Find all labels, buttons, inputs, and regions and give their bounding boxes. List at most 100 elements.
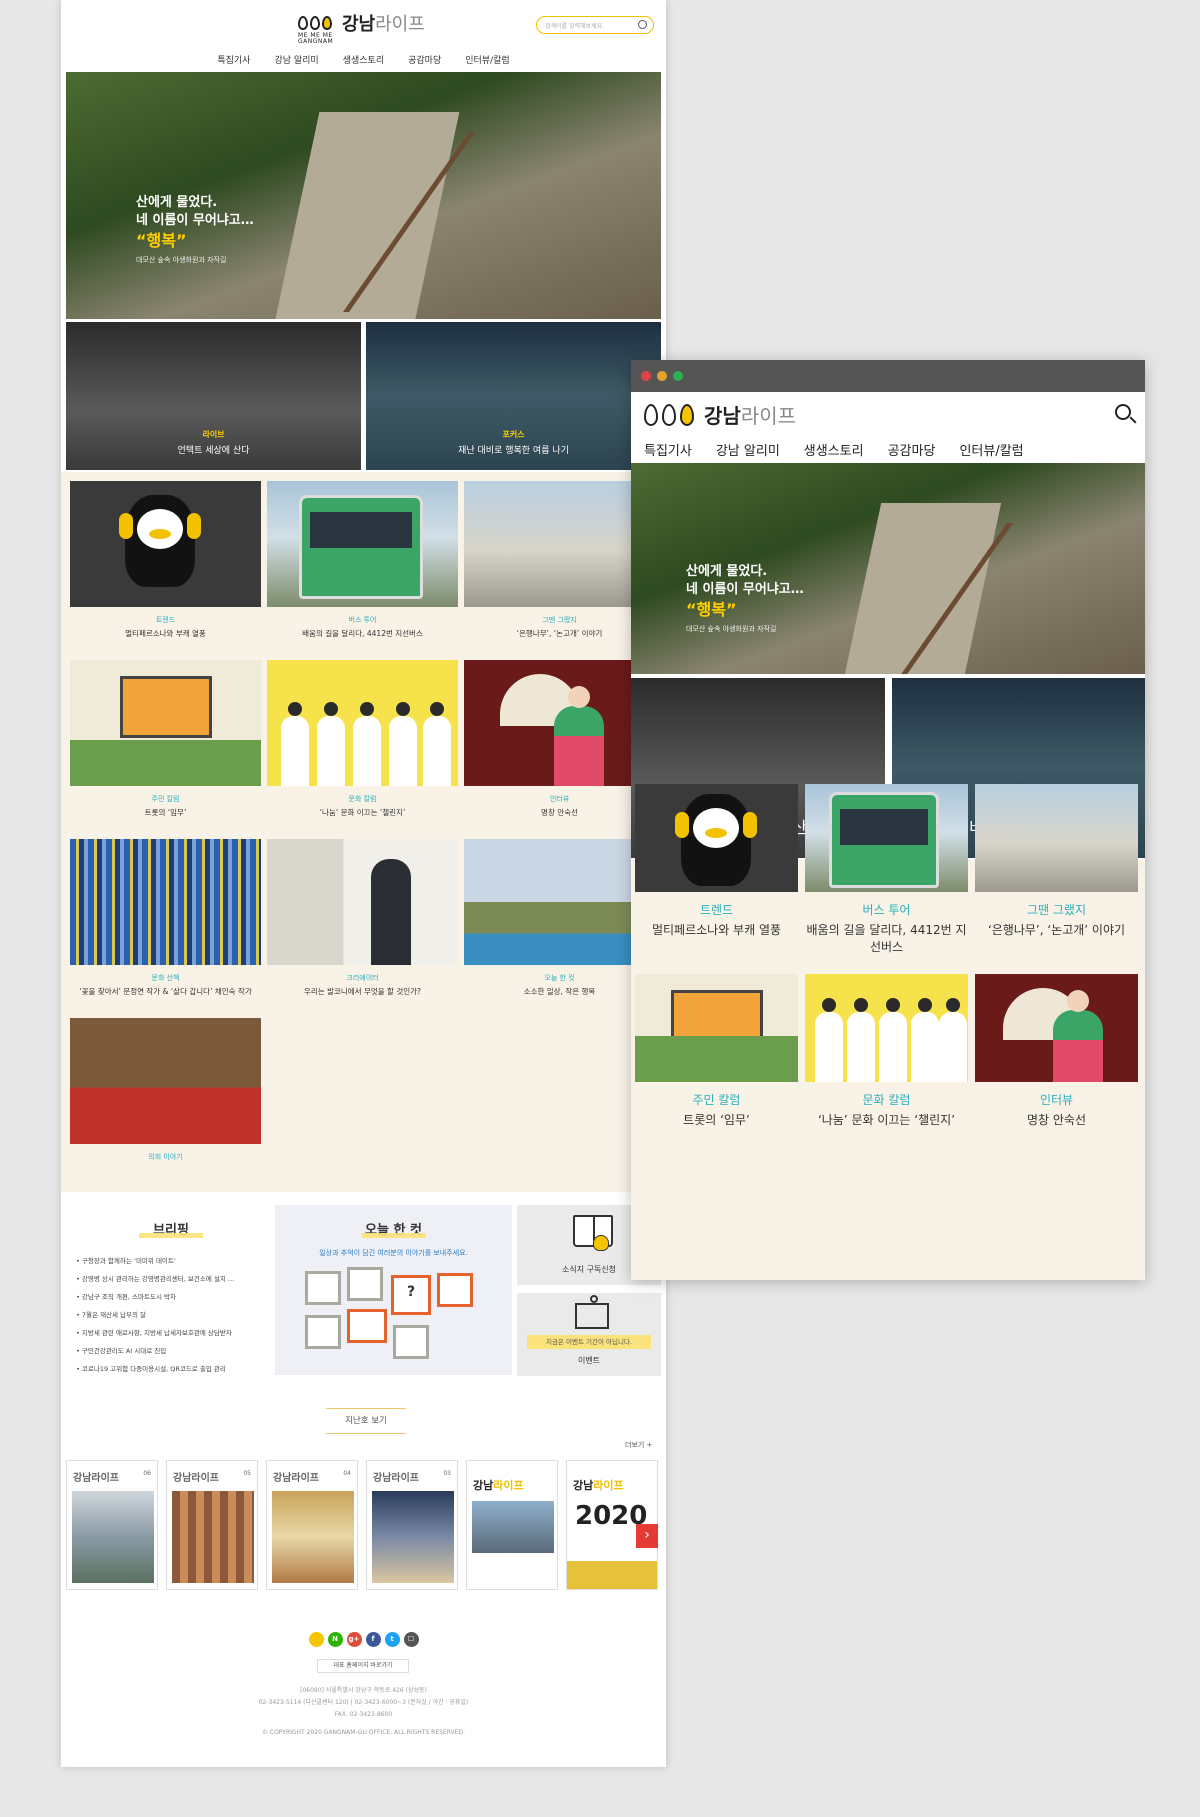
article-card[interactable]: 오늘 한 컷 소소한 일상, 작은 행복 — [464, 839, 655, 1018]
bus-image — [299, 495, 423, 599]
nav-item-features[interactable]: 특집기사 — [644, 440, 692, 459]
article-category: 문화 산책 — [151, 974, 180, 982]
carousel-next-button[interactable]: › — [636, 1524, 658, 1548]
briefing-item[interactable]: 7월은 재산세 납부의 달 — [76, 1306, 276, 1324]
article-title: 소소한 일상, 작은 행복 — [523, 987, 596, 996]
maximize-dot[interactable] — [673, 371, 683, 381]
briefing-item[interactable]: 강영병 상시 관리하는 강영병관리센터, 보건소에 설치 … — [76, 1270, 276, 1288]
briefing-item[interactable]: 지방세 관련 애로사항, 지방세 납세자보호관에 상담받자 — [76, 1324, 276, 1342]
article-card[interactable]: 버스 투어 배움의 길을 달리다, 4412번 지선버스 — [805, 784, 968, 974]
nav-item-notices[interactable]: 강남 알리미 — [716, 440, 780, 459]
bus-image — [829, 792, 939, 888]
google-plus-icon[interactable]: g+ — [346, 1632, 362, 1647]
kakao-icon[interactable] — [308, 1632, 324, 1647]
hero-line-2: 네 이름이 무어냐고… — [686, 582, 804, 597]
article-card[interactable]: 인터뷰 명창 안숙선 — [975, 974, 1138, 1164]
past-issues-button[interactable]: 지난호 보기 — [326, 1408, 406, 1434]
main-homepage-button[interactable]: 대표 홈페이지 바로가기 — [317, 1659, 409, 1673]
feature-card-focus[interactable]: 포커스 재난 대비로 행복한 여름 나기 — [366, 322, 661, 470]
issue-carousel: 강남라이프 06 강남라이프 05 강남라이프 04 강남라이프 03 강남라이… — [66, 1460, 661, 1590]
article-title: ‘은행나무’, ‘논고개’ 이야기 — [987, 923, 1126, 937]
briefing-panel: 브리핑 구청장과 함께하는 ‘미미위 데이트’ 강영병 상시 관리하는 강영병관… — [66, 1205, 276, 1380]
article-card[interactable]: 주민 칼럼 트롯의 ‘임무’ — [70, 660, 261, 839]
person-image — [281, 702, 309, 786]
minimize-dot[interactable] — [657, 371, 667, 381]
cover-title: 강남라이프 — [573, 1479, 624, 1492]
issue-card[interactable]: 강남라이프 03 — [366, 1460, 458, 1590]
article-category: 인터뷰 — [1039, 1093, 1074, 1107]
article-title: ‘은행나무’, ‘논고개’ 이야기 — [516, 629, 603, 638]
article-card[interactable]: 크리에이터 우리는 발코니에서 무엇을 할 것인가? — [267, 839, 458, 1018]
logo-drops-icon — [298, 16, 332, 30]
close-dot[interactable] — [641, 371, 651, 381]
feature-card-live[interactable]: 라이브 언택트 세상에 산다 — [66, 322, 361, 470]
nav-item-community[interactable]: 공감마당 — [888, 440, 936, 459]
nav-item-stories[interactable]: 생생스토리 — [343, 53, 384, 66]
main-nav: 특집기사 강남 알리미 생생스토리 공감마당 인터뷰/칼럼 — [61, 53, 666, 66]
article-card[interactable]: 인터뷰 명창 안숙선 — [464, 660, 655, 839]
issue-card[interactable]: 강남라이프 05 — [166, 1460, 258, 1590]
photo-frame — [305, 1271, 341, 1305]
nav-item-stories[interactable]: 생생스토리 — [804, 440, 864, 459]
site-logo[interactable]: 강남라이프 — [644, 400, 796, 429]
article-title: 멀티페르소나와 부캐 열풍 — [651, 923, 782, 937]
browser-titlebar — [631, 360, 1145, 392]
hero-banner[interactable]: 산에게 물었다. 네 이름이 무어냐고… “행복” 대모산 숲속 야생화원과 자… — [66, 72, 661, 319]
logo-main: 강남 — [342, 14, 376, 35]
article-title: 트롯의 ‘임무’ — [683, 1113, 750, 1127]
search-placeholder: 검색어를 입력해보세요. — [545, 23, 605, 30]
feature-category: 포커스 — [502, 430, 525, 439]
logo-wordmark: 강남라이프 — [342, 10, 425, 36]
person-image — [353, 702, 381, 786]
issue-card[interactable]: 강남라이프 06 — [66, 1460, 158, 1590]
search-input[interactable]: 검색어를 입력해보세요. — [536, 16, 654, 34]
article-card[interactable]: 버스 투어 배움의 길을 달리다, 4412번 지선버스 — [267, 481, 458, 660]
oneshot-heading: 오늘 한 컷 — [275, 1205, 512, 1238]
hero-banner[interactable]: 산에게 물었다. 네 이름이 무어냐고… “행복” 대모산 숲속 야생화원과 자… — [631, 463, 1145, 674]
nav-item-interview[interactable]: 인터뷰/칼럼 — [465, 53, 509, 66]
issue-cover[interactable]: 강남라이프 — [466, 1460, 558, 1590]
article-card[interactable]: 문화 칼럼 ‘나눔’ 문화 이끄는 ‘챌린지’ — [267, 660, 458, 839]
question-mark: ? — [406, 1284, 416, 1300]
nav-item-interview[interactable]: 인터뷰/칼럼 — [959, 440, 1023, 459]
footer-phone: 02-3423-5114 (다산콜센터 120) | 02-3423-6000~… — [258, 1699, 469, 1706]
article-card[interactable]: 트렌드 멀티페르소나와 부캐 열풍 — [70, 481, 261, 660]
article-category: 오늘 한 컷 — [544, 974, 575, 982]
hanbok-image — [1053, 990, 1103, 1082]
facebook-icon[interactable]: f — [365, 1632, 381, 1647]
nav-item-notices[interactable]: 강남 알리미 — [274, 53, 318, 66]
more-link[interactable]: 더보기 + — [625, 1440, 652, 1450]
nav-item-community[interactable]: 공감마당 — [408, 53, 441, 66]
article-title: 명창 안숙선 — [541, 808, 578, 817]
issue-image — [172, 1491, 254, 1583]
issue-card[interactable]: 강남라이프 04 — [266, 1460, 358, 1590]
oneshot-panel[interactable]: 오늘 한 컷 일상과 추억이 담긴 여러분의 이야기를 보내주세요. ? — [275, 1205, 512, 1375]
briefing-item[interactable]: 구민건강관리도 AI 시대로 진입 — [76, 1342, 276, 1360]
article-card[interactable]: 문화 산책 ‘꽃을 찾아서’ 문정연 작가 & ‘살다 갑니다’ 채인숙 작가 — [70, 839, 261, 1018]
article-thumb — [70, 481, 261, 607]
article-category: 버스 투어 — [862, 903, 911, 917]
article-card[interactable]: 주민 칼럼 트롯의 ‘임무’ — [635, 974, 798, 1164]
search-icon[interactable] — [638, 20, 647, 29]
briefing-item[interactable]: 코로나19 고위험 다중이용시설, QR코드로 출입 관리 — [76, 1360, 276, 1378]
twitter-icon[interactable]: t — [384, 1632, 400, 1647]
article-card[interactable]: 그땐 그랬지 ‘은행나무’, ‘논고개’ 이야기 — [464, 481, 655, 660]
event-box[interactable]: 지금은 이벤트 기간이 아닙니다. 이벤트 — [517, 1293, 661, 1376]
article-card[interactable]: 그땐 그랬지 ‘은행나무’, ‘논고개’ 이야기 — [975, 784, 1138, 974]
briefing-item[interactable]: 강남구 조직 개편, 스마트도시 박차 — [76, 1288, 276, 1306]
nav-item-features[interactable]: 특집기사 — [217, 53, 250, 66]
article-card[interactable]: 의회 이야기 — [70, 1018, 261, 1197]
print-icon[interactable]: ☐ — [403, 1632, 419, 1647]
article-thumb — [975, 974, 1138, 1082]
article-card[interactable]: 트렌드 멀티페르소나와 부캐 열풍 — [635, 784, 798, 974]
site-logo[interactable]: ME ME ME GANGNAM 강남라이프 — [298, 10, 425, 45]
hanbok-image — [554, 686, 604, 786]
briefing-item[interactable]: 구청장과 함께하는 ‘미미위 데이트’ — [76, 1252, 276, 1270]
search-icon[interactable] — [1115, 404, 1131, 420]
naver-icon[interactable]: N — [327, 1632, 343, 1647]
article-title: ‘나눔’ 문화 이끄는 ‘챌린지’ — [319, 808, 406, 817]
hand-pointer-icon — [593, 1235, 609, 1251]
article-card[interactable]: 문화 칼럼 ‘나눔’ 문화 이끄는 ‘챌린지’ — [805, 974, 968, 1164]
hero-copy: 산에게 물었다. 네 이름이 무어냐고… “행복” 대모산 숲속 야생화원과 자… — [686, 563, 804, 634]
issue-number: 06 — [143, 1470, 151, 1477]
